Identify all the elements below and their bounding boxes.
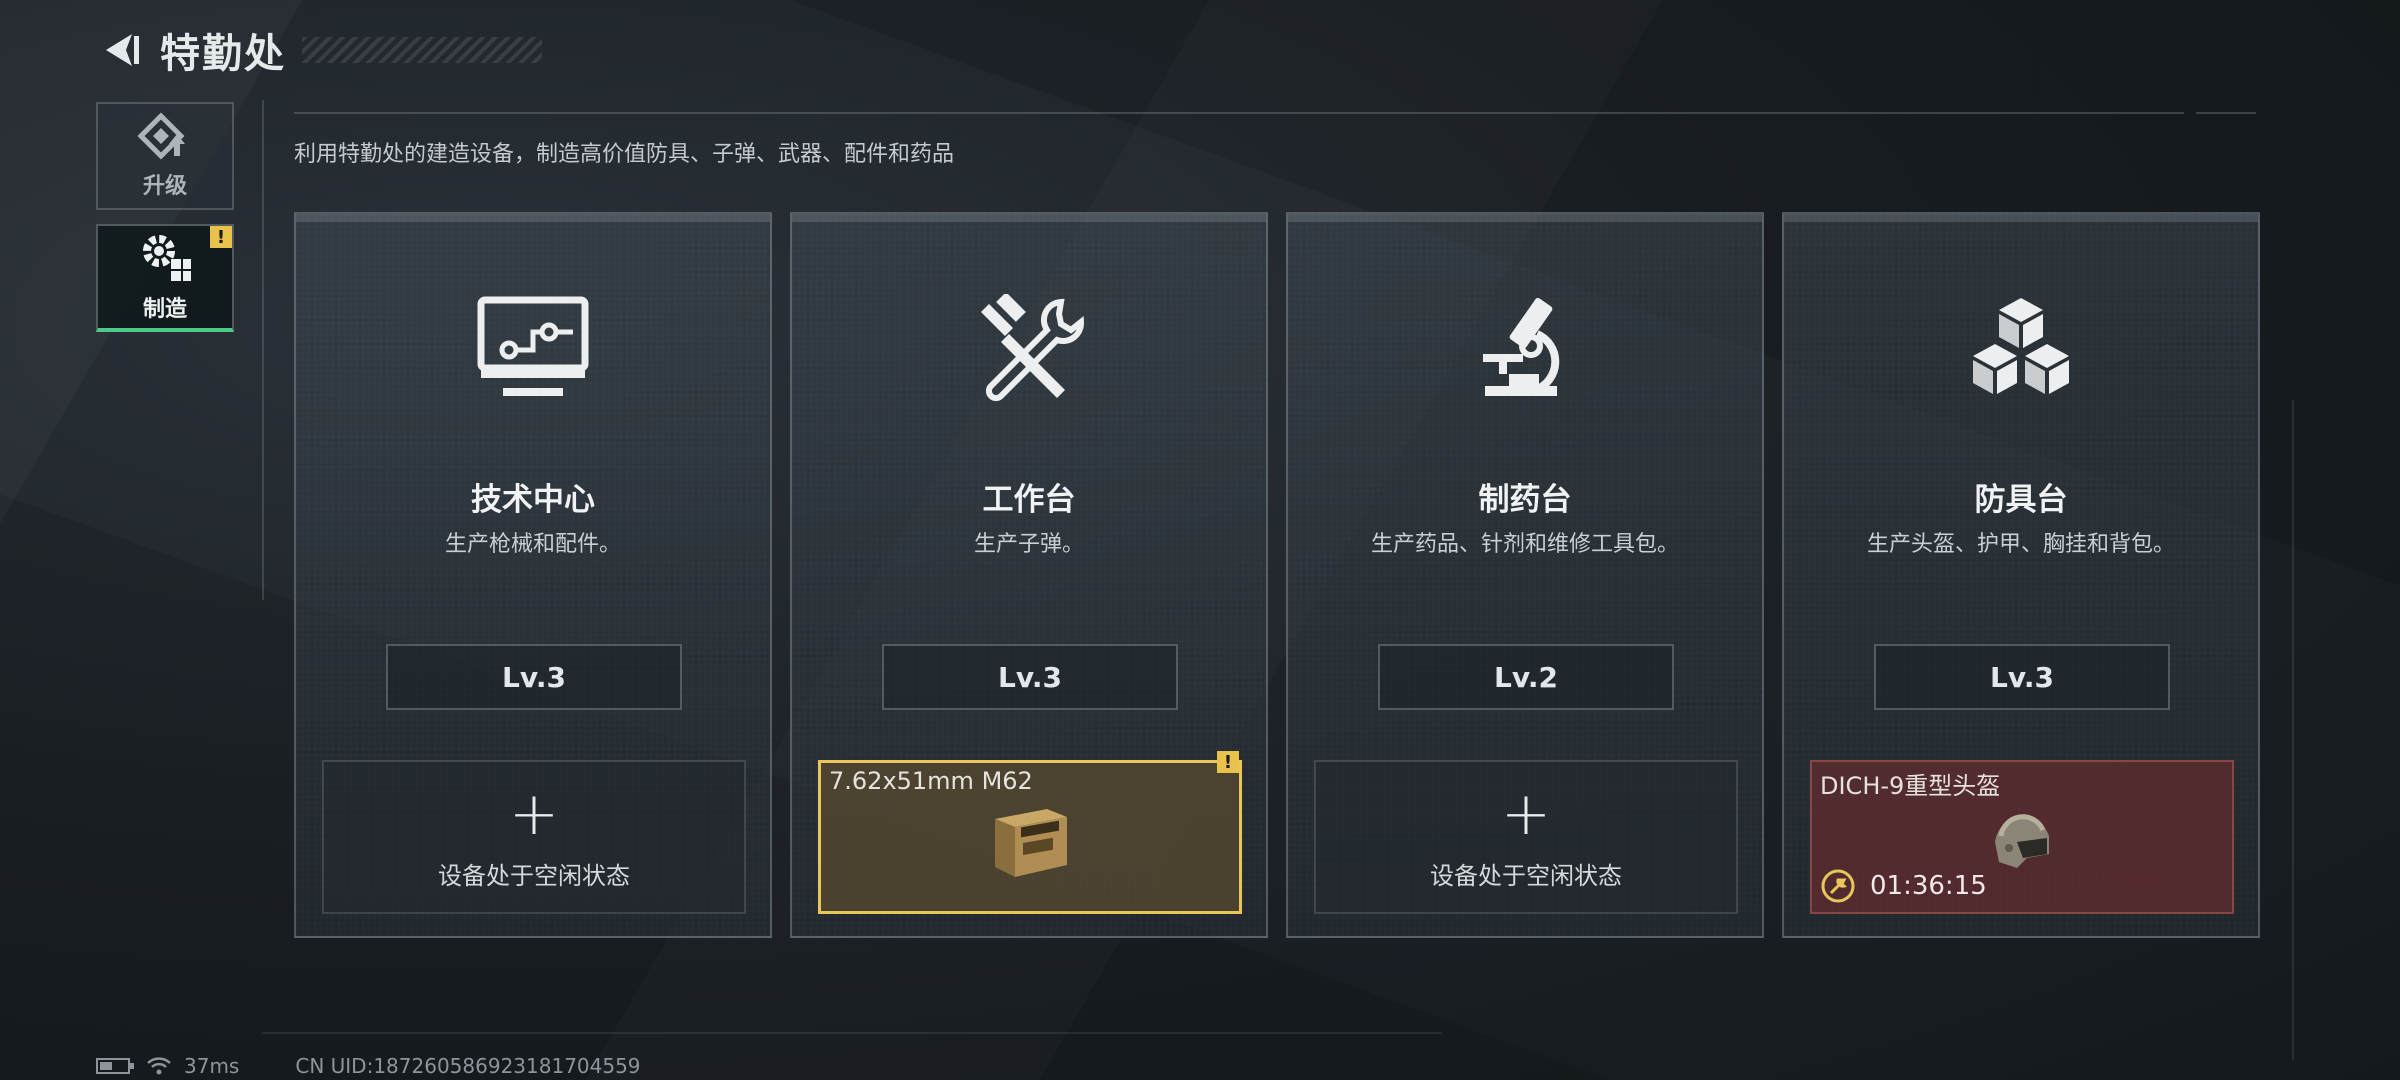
ammo-box-icon <box>821 803 1239 881</box>
page-title: 特勤处 <box>160 31 286 77</box>
tab-manufacture-label: 制造 <box>142 297 187 322</box>
plus-icon: + <box>508 778 560 849</box>
cubes-icon <box>1784 284 2258 414</box>
facility-subtitle: 生产头盔、护甲、胸挂和背包。 <box>1866 532 2175 557</box>
tab-manufacture[interactable]: ! 制造 <box>96 224 234 332</box>
level-badge: Lv.2 <box>1378 644 1674 710</box>
battery-icon <box>96 1058 134 1074</box>
status-bar: 37ms CN UID:18726058692318170​4559 <box>96 1054 641 1078</box>
title-decoration <box>302 37 542 63</box>
divider <box>262 1032 1442 1034</box>
page-header: 特勤处 <box>96 22 542 78</box>
helmet-icon <box>1812 802 2232 874</box>
page-description: 利用特勤处的建造设备，制造高价值防具、子弹、武器、配件和药品 <box>294 142 955 167</box>
divider <box>2196 112 2256 114</box>
divider <box>262 100 264 600</box>
back-button[interactable] <box>96 26 144 74</box>
facility-name: 工作台 <box>982 482 1076 518</box>
slot-status: 设备处于空闲状态 <box>1430 861 1622 890</box>
facility-name: 防具台 <box>1974 482 2068 518</box>
upgrade-icon <box>137 112 185 160</box>
facility-card-tech-center[interactable]: 技术中心 生产枪械和配件。 Lv.3 + 设备处于空闲状态 <box>294 212 772 938</box>
level-badge: Lv.3 <box>1874 644 2170 710</box>
facility-card-armor-bench[interactable]: 防具台 生产头盔、护甲、胸挂和背包。 Lv.3 DICH-9重型头盔 01:36… <box>1782 212 2260 938</box>
back-arrow-icon <box>106 34 139 66</box>
gear-icon <box>143 235 191 281</box>
facility-card-workbench[interactable]: 工作台 生产子弹。 Lv.3 ! 7.62x51mm M62 <box>790 212 1268 938</box>
divider <box>2292 400 2294 1060</box>
item-name: 7.62x51mm M62 <box>829 767 1033 795</box>
tab-upgrade[interactable]: 升级 <box>96 102 234 210</box>
facility-subtitle: 生产枪械和配件。 <box>444 532 621 557</box>
production-slot-empty[interactable]: + 设备处于空闲状态 <box>1314 760 1738 914</box>
facility-name: 技术中心 <box>471 482 595 518</box>
tab-upgrade-label: 升级 <box>142 174 187 199</box>
production-timer: 01:36:15 <box>1820 868 1987 904</box>
production-slot-ready[interactable]: ! 7.62x51mm M62 <box>818 751 1242 914</box>
facility-subtitle: 生产子弹。 <box>973 532 1084 557</box>
facility-subtitle: 生产药品、针剂和维修工具包。 <box>1370 532 1679 557</box>
timer-text: 01:36:15 <box>1870 871 1987 901</box>
wrench-clock-icon <box>1821 869 1855 903</box>
alert-badge: ! <box>1217 751 1239 773</box>
divider <box>294 112 2184 114</box>
item-name: DICH-9重型头盔 <box>1820 772 2001 800</box>
monitor-icon <box>296 284 770 414</box>
plus-icon: + <box>1500 778 1552 849</box>
level-badge: Lv.3 <box>386 644 682 710</box>
facility-name: 制药台 <box>1478 482 1572 518</box>
tools-icon <box>792 284 1266 414</box>
level-badge: Lv.3 <box>882 644 1178 710</box>
uid-text: CN UID:18726058692318170​4559 <box>295 1054 641 1078</box>
slot-status: 设备处于空闲状态 <box>438 861 630 890</box>
facility-card-pharmacy[interactable]: 制药台 生产药品、针剂和维修工具包。 Lv.2 + 设备处于空闲状态 <box>1286 212 1764 938</box>
wifi-icon <box>147 1057 171 1075</box>
production-slot-producing[interactable]: DICH-9重型头盔 01:36:15 <box>1810 760 2234 914</box>
ping-text: 37ms <box>184 1054 240 1078</box>
alert-badge: ! <box>210 226 232 248</box>
production-slot-empty[interactable]: + 设备处于空闲状态 <box>322 760 746 914</box>
microscope-icon <box>1288 284 1762 414</box>
